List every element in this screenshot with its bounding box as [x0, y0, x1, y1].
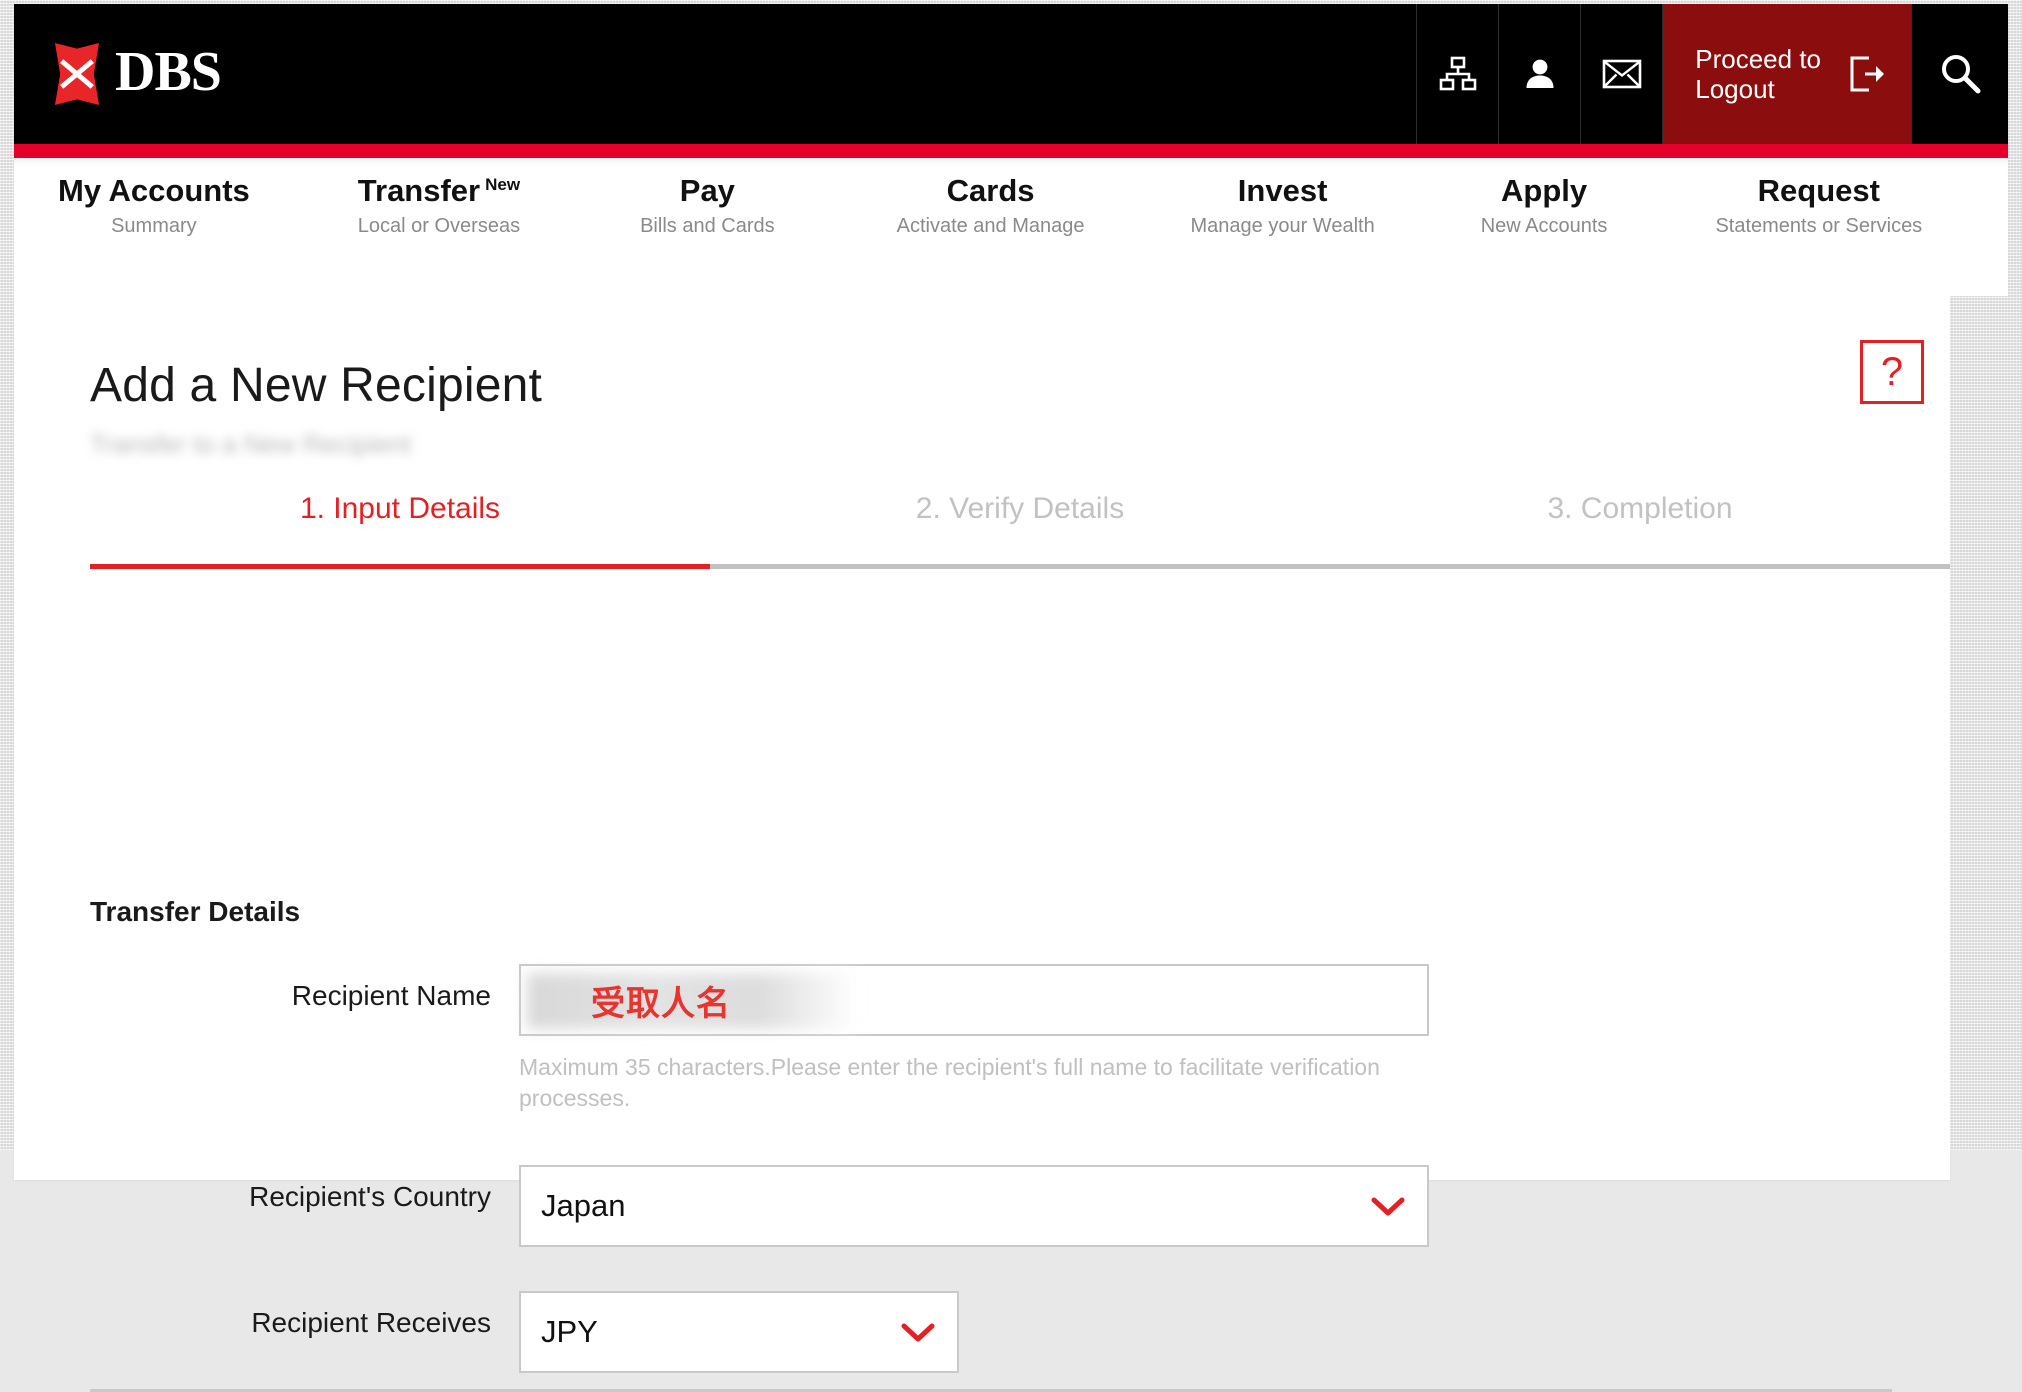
mail-button[interactable]	[1580, 4, 1663, 144]
form-row-recipient-name: Recipient Name 受取人名 Maximum 35 character…	[14, 964, 1950, 1115]
step-3-completion[interactable]: 3. Completion	[1330, 492, 1950, 564]
page-title: Add a New Recipient	[90, 359, 543, 412]
content-card: ? Add a New Recipient Transfer to a New …	[14, 296, 1950, 1392]
nav-title-request: Request	[1757, 173, 1880, 208]
header-red-rule	[14, 144, 2008, 158]
app-shell: DBS Proceed to Logout My Accounts Summar…	[14, 4, 2008, 1392]
nav-title-my-accounts: My Accounts	[58, 173, 250, 208]
nav-item-cards[interactable]: Cards Activate and Manage	[887, 173, 1095, 238]
user-profile-icon	[1526, 59, 1554, 88]
dbs-logo[interactable]: DBS	[14, 4, 222, 144]
proceed-to-logout-button[interactable]: Proceed to Logout	[1662, 4, 1911, 144]
step-progress-fill	[90, 564, 710, 569]
step-1-input-details[interactable]: 1. Input Details	[90, 492, 710, 564]
label-recipient-name: Recipient Name	[291, 980, 491, 1011]
recipient-name-input[interactable]: 受取人名	[519, 964, 1429, 1036]
recipient-receives-value: JPY	[541, 1313, 598, 1349]
top-header-bar: DBS Proceed to Logout	[14, 4, 2008, 144]
label-recipient-country: Recipient's Country	[249, 1180, 491, 1212]
step-2-verify-details[interactable]: 2. Verify Details	[710, 492, 1330, 564]
nav-title-invest: Invest	[1237, 173, 1328, 208]
nav-sub-cards: Activate and Manage	[896, 215, 1085, 238]
recipient-receives-select[interactable]: JPY	[519, 1290, 959, 1373]
nav-sub-pay: Bills and Cards	[640, 215, 775, 238]
nav-item-invest[interactable]: Invest Manage your Wealth	[1181, 173, 1385, 238]
sitemap-button[interactable]	[1416, 4, 1499, 144]
nav-item-transfer[interactable]: Transfer New Local or Overseas	[348, 173, 530, 238]
nav-badge-new: New	[485, 174, 521, 194]
page-subtitle-redacted: Transfer to a New Recipient	[90, 429, 412, 459]
user-profile-button[interactable]	[1498, 4, 1581, 144]
header-spacer	[221, 4, 1416, 144]
main-navigation: My Accounts Summary Transfer New Local or…	[14, 158, 2008, 296]
help-button[interactable]: ?	[1860, 340, 1924, 404]
step-indicator: 1. Input Details 2. Verify Details 3. Co…	[90, 492, 1950, 569]
recipient-name-value: 受取人名	[591, 984, 731, 1023]
dbs-diamond-logo-icon	[48, 43, 106, 105]
nav-item-my-accounts[interactable]: My Accounts Summary	[48, 173, 260, 238]
step-progress-track	[90, 564, 1950, 569]
nav-title-apply: Apply	[1501, 173, 1588, 208]
dbs-logo-text: DBS	[115, 41, 222, 103]
nav-sub-request: Statements or Services	[1715, 215, 1923, 238]
nav-sub-invest: Manage your Wealth	[1190, 215, 1375, 238]
chevron-down-icon	[901, 1323, 935, 1342]
nav-item-pay[interactable]: Pay Bills and Cards	[630, 173, 785, 238]
mail-icon	[1602, 59, 1642, 89]
nav-sub-apply: New Accounts	[1480, 215, 1608, 238]
nav-item-apply[interactable]: Apply New Accounts	[1471, 173, 1618, 238]
nav-title-pay: Pay	[679, 173, 735, 208]
nav-item-request[interactable]: Request Statements or Services	[1705, 173, 1932, 238]
recipient-name-helper-text: Maximum 35 characters.Please enter the r…	[519, 1054, 1380, 1112]
recipient-country-value: Japan	[541, 1187, 626, 1223]
nav-sub-my-accounts: Summary	[111, 215, 197, 238]
form-row-recipient-receives: Recipient Receives JPY	[14, 1290, 1950, 1373]
search-icon	[1942, 55, 1981, 94]
search-button[interactable]	[1911, 4, 2008, 144]
nav-title-cards: Cards	[946, 173, 1035, 208]
nav-title-transfer: Transfer	[357, 173, 481, 208]
form-row-recipient-country: Recipient's Country Japan	[14, 1164, 1950, 1247]
nav-sub-transfer: Local or Overseas	[357, 215, 521, 238]
section-title-transfer-details: Transfer Details	[90, 896, 301, 927]
recipient-country-select[interactable]: Japan	[519, 1164, 1429, 1247]
chevron-down-icon	[1371, 1197, 1405, 1216]
transfer-details-form: Recipient Name 受取人名 Maximum 35 character…	[14, 964, 1950, 1373]
sitemap-icon	[1439, 56, 1477, 91]
logout-label: Proceed to Logout	[1695, 43, 1821, 104]
logout-icon	[1850, 56, 1884, 92]
header-actions: Proceed to Logout	[1416, 4, 2008, 144]
label-recipient-receives: Recipient Receives	[251, 1306, 491, 1338]
